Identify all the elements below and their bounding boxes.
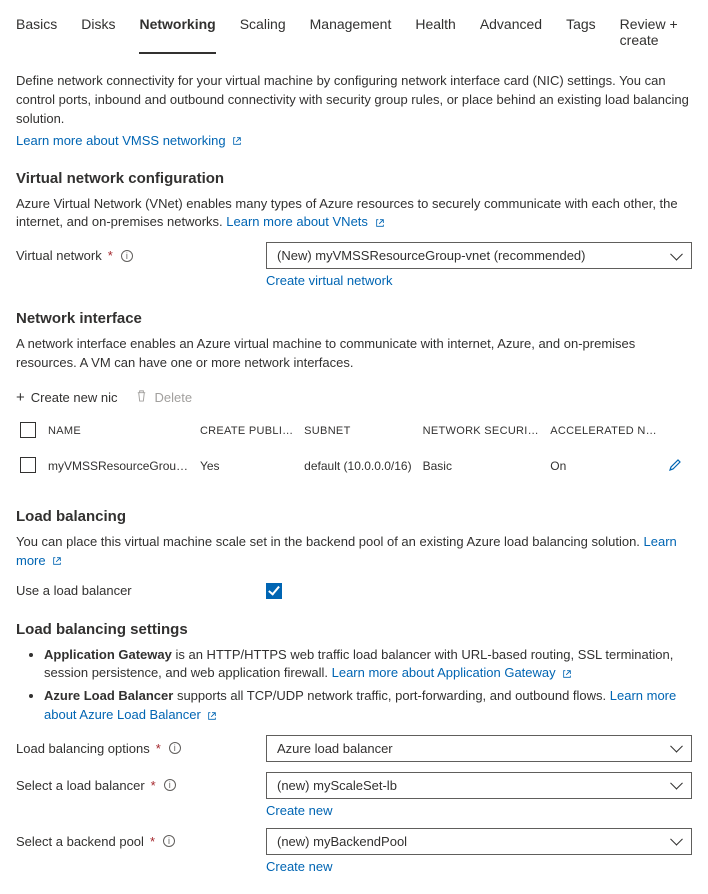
external-link-icon: [52, 556, 62, 566]
tab-networking[interactable]: Networking: [139, 10, 215, 54]
row-subnet: default (10.0.0.0/16): [300, 447, 418, 486]
col-name: NAME: [44, 416, 196, 447]
tab-advanced[interactable]: Advanced: [480, 10, 542, 54]
vnet-field-label: Virtual network * i: [16, 242, 266, 263]
use-lb-checkbox[interactable]: [266, 583, 282, 599]
select-pool-dropdown[interactable]: (new) myBackendPool: [266, 828, 692, 855]
external-link-icon: [207, 711, 217, 721]
row-accel: On: [546, 447, 664, 486]
intro-learn-more-text: Learn more about VMSS networking: [16, 133, 226, 148]
tab-basics[interactable]: Basics: [16, 10, 57, 54]
select-pool-text: Select a backend pool: [16, 834, 144, 849]
select-pool-label: Select a backend pool * i: [16, 828, 266, 849]
col-subnet: SUBNET: [300, 416, 418, 447]
lb-bullets: Application Gateway is an HTTP/HTTPS web…: [44, 646, 692, 725]
appgw-learn-more-text: Learn more about Application Gateway: [332, 665, 556, 680]
required-indicator: *: [156, 741, 161, 756]
lb-options-dropdown[interactable]: Azure load balancer: [266, 735, 692, 762]
use-lb-label: Use a load balancer: [16, 583, 266, 598]
select-lb-text: Select a load balancer: [16, 778, 145, 793]
col-public: CREATE PUBLI…: [196, 416, 300, 447]
required-indicator: *: [150, 834, 155, 849]
info-icon[interactable]: i: [169, 742, 181, 754]
row-name: myVMSSResourceGrou…: [44, 447, 196, 486]
row-checkbox[interactable]: [20, 457, 36, 473]
vnet-desc: Azure Virtual Network (VNet) enables man…: [16, 195, 692, 233]
lb-options-text: Load balancing options: [16, 741, 150, 756]
list-item: Azure Load Balancer supports all TCP/UDP…: [44, 687, 692, 725]
lb-options-value: Azure load balancer: [277, 741, 393, 756]
table-row: myVMSSResourceGrou… Yes default (10.0.0.…: [16, 447, 692, 486]
create-pool-link[interactable]: Create new: [266, 859, 692, 874]
row-nsg: Basic: [419, 447, 547, 486]
required-indicator: *: [108, 248, 113, 263]
info-icon[interactable]: i: [163, 835, 175, 847]
tab-tags[interactable]: Tags: [566, 10, 596, 54]
vnet-learn-more-text: Learn more about VNets: [226, 214, 368, 229]
bullet-alb-text: supports all TCP/UDP network traffic, po…: [173, 688, 609, 703]
vnet-dropdown-value: (New) myVMSSResourceGroup-vnet (recommen…: [277, 248, 585, 263]
create-nic-label: Create new nic: [31, 390, 118, 405]
create-vnet-link[interactable]: Create virtual network: [266, 273, 692, 288]
tab-health[interactable]: Health: [415, 10, 455, 54]
col-nsg: NETWORK SECURI…: [419, 416, 547, 447]
select-lb-dropdown[interactable]: (new) myScaleSet-lb: [266, 772, 692, 799]
select-pool-value: (new) myBackendPool: [277, 834, 407, 849]
nic-heading: Network interface: [16, 310, 692, 327]
trash-icon: [135, 389, 148, 405]
external-link-icon: [375, 218, 385, 228]
bullet-alb-name: Azure Load Balancer: [44, 688, 173, 703]
lb-options-label: Load balancing options * i: [16, 735, 266, 756]
row-public: Yes: [196, 447, 300, 486]
vnet-heading: Virtual network configuration: [16, 170, 692, 187]
vnet-label-text: Virtual network: [16, 248, 102, 263]
info-icon[interactable]: i: [121, 250, 133, 262]
lb-desc-text: You can place this virtual machine scale…: [16, 534, 644, 549]
info-icon[interactable]: i: [164, 779, 176, 791]
lb-heading: Load balancing: [16, 508, 692, 525]
delete-nic-label: Delete: [154, 390, 192, 405]
create-nic-button[interactable]: + Create new nic: [16, 389, 117, 406]
lb-desc: You can place this virtual machine scale…: [16, 533, 692, 571]
vnet-learn-more-link[interactable]: Learn more about VNets: [226, 214, 384, 229]
tab-disks[interactable]: Disks: [81, 10, 115, 54]
col-accel: ACCELERATED N…: [546, 416, 664, 447]
select-lb-label: Select a load balancer * i: [16, 772, 266, 793]
lb-settings-heading: Load balancing settings: [16, 621, 692, 638]
appgw-learn-more-link[interactable]: Learn more about Application Gateway: [332, 665, 573, 680]
tabs-bar: Basics Disks Networking Scaling Manageme…: [16, 10, 692, 54]
delete-nic-button: Delete: [135, 389, 192, 405]
intro-text: Define network connectivity for your vir…: [16, 72, 692, 129]
tab-scaling[interactable]: Scaling: [240, 10, 286, 54]
tab-management[interactable]: Management: [310, 10, 392, 54]
external-link-icon: [232, 136, 242, 146]
select-all-checkbox[interactable]: [20, 422, 36, 438]
intro-learn-more-link[interactable]: Learn more about VMSS networking: [16, 133, 242, 148]
nic-table: NAME CREATE PUBLI… SUBNET NETWORK SECURI…: [16, 416, 692, 486]
select-lb-value: (new) myScaleSet-lb: [277, 778, 397, 793]
external-link-icon: [562, 669, 572, 679]
edit-icon[interactable]: [668, 461, 682, 475]
required-indicator: *: [151, 778, 156, 793]
plus-icon: +: [16, 389, 25, 406]
nic-desc: A network interface enables an Azure vir…: [16, 335, 692, 373]
tab-review[interactable]: Review + create: [620, 10, 692, 54]
list-item: Application Gateway is an HTTP/HTTPS web…: [44, 646, 692, 684]
vnet-dropdown[interactable]: (New) myVMSSResourceGroup-vnet (recommen…: [266, 242, 692, 269]
create-lb-link[interactable]: Create new: [266, 803, 692, 818]
bullet-appgw-name: Application Gateway: [44, 647, 172, 662]
